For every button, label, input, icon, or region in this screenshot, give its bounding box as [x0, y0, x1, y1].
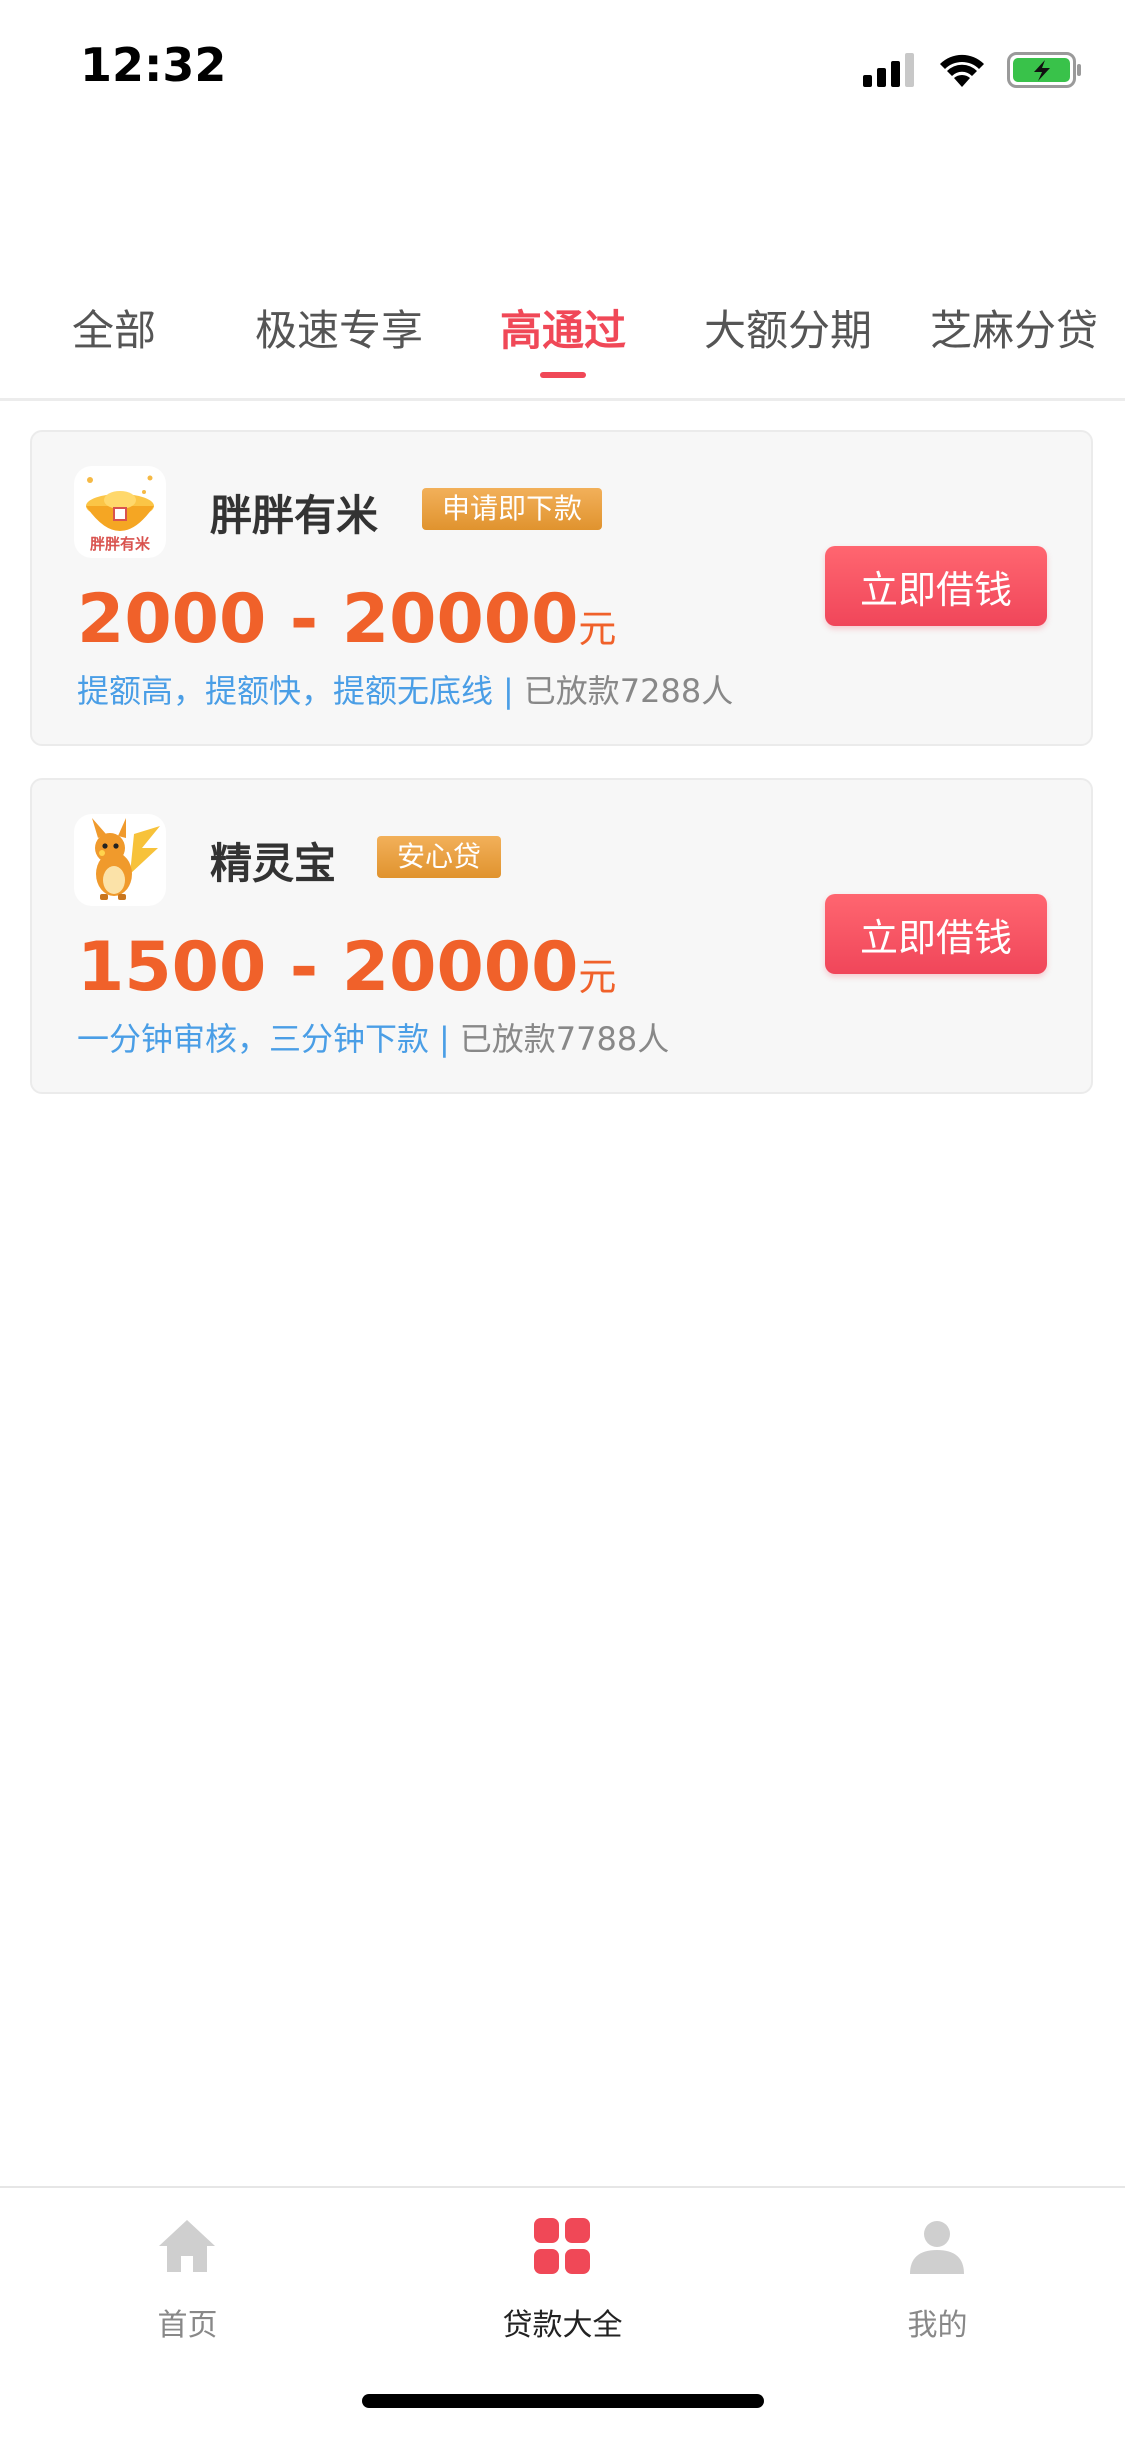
loaned-count: 已放款7788人 — [459, 1020, 670, 1058]
nav-label: 贷款大全 — [502, 2308, 623, 2343]
user-icon — [910, 2221, 964, 2274]
loan-product-card[interactable]: 精灵宝 安心贷 1500 - 20000元 一分钟审核，三分钟下款 | 已放款778… — [30, 778, 1093, 1094]
wifi-icon — [940, 54, 984, 87]
product-logo — [74, 814, 166, 906]
loaned-count: 已放款7288人 — [523, 672, 734, 710]
amount-unit: 元 — [578, 955, 617, 999]
loan-amount-range: 2000 - 20000元 — [77, 580, 617, 659]
category-tabs: 全部 极速专享 高通过 大额分期 芝麻分贷 — [0, 290, 1125, 401]
loan-amount-range: 1500 - 20000元 — [77, 928, 617, 1007]
borrow-now-button[interactable]: 立即借钱 — [825, 546, 1047, 626]
product-badge: 安心贷 — [377, 836, 502, 878]
status-icons — [863, 48, 1083, 92]
product-description: 提额高，提额快，提额无底线 | 已放款7288人 — [77, 666, 733, 712]
home-indicator — [362, 2394, 764, 2408]
loan-product-card[interactable]: 胖胖有米 胖胖有米 申请即下款 2000 - 20000元 提额高，提额快，提额… — [30, 430, 1093, 746]
grid-icon — [534, 2218, 590, 2274]
product-feature: 提额高，提额快，提额无底线 — [77, 672, 494, 710]
product-name: 胖胖有米 — [210, 491, 379, 540]
product-name: 精灵宝 — [210, 839, 337, 888]
status-bar: 12:32 — [0, 0, 1125, 140]
active-tab-indicator — [540, 372, 586, 378]
product-logo: 胖胖有米 — [74, 466, 166, 558]
nav-label: 我的 — [907, 2308, 968, 2343]
nav-item-loans[interactable]: 贷款大全 — [375, 2188, 750, 2388]
tab-sesame-loan[interactable]: 芝麻分贷 — [930, 290, 1098, 398]
signal-icon — [863, 53, 914, 87]
home-icon — [159, 2220, 215, 2272]
battery-charging-icon — [1007, 52, 1081, 88]
borrow-now-button[interactable]: 立即借钱 — [825, 894, 1047, 974]
product-feature: 一分钟审核，三分钟下款 — [77, 1020, 430, 1058]
tab-fast-exclusive[interactable]: 极速专享 — [255, 290, 423, 398]
separator: | — [439, 1020, 450, 1058]
amount-unit: 元 — [578, 607, 617, 651]
product-description: 一分钟审核，三分钟下款 | 已放款7788人 — [77, 1014, 669, 1060]
tab-large-installment[interactable]: 大额分期 — [704, 290, 872, 398]
tab-high-approval[interactable]: 高通过 — [500, 290, 626, 398]
nav-label: 首页 — [157, 2308, 218, 2343]
status-time: 12:32 — [80, 38, 227, 92]
nav-item-profile[interactable]: 我的 — [750, 2188, 1125, 2388]
product-badge: 申请即下款 — [422, 488, 603, 530]
tab-all[interactable]: 全部 — [72, 290, 156, 398]
nav-item-home[interactable]: 首页 — [0, 2188, 375, 2388]
separator: | — [503, 672, 514, 710]
